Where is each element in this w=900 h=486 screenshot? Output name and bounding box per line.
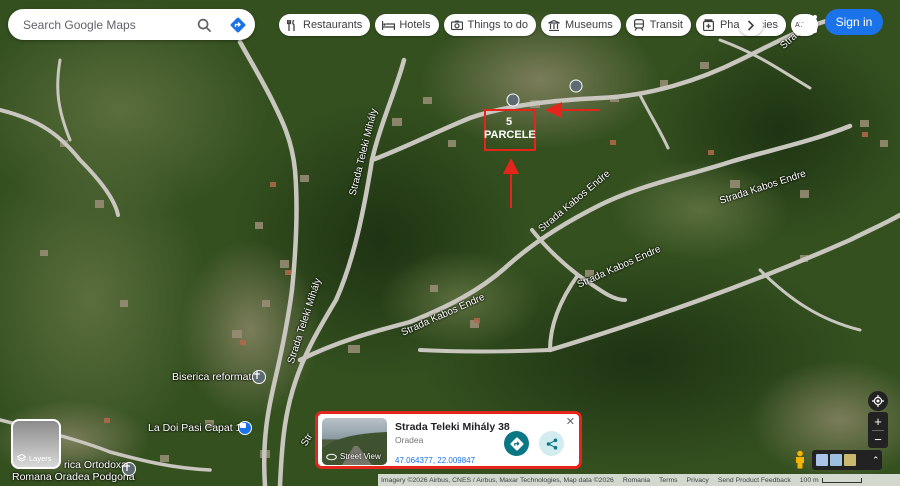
footer-imagery: Imagery ©2026 Airbus, CNES / Airbus, Max… (381, 476, 614, 484)
pegman-icon[interactable] (793, 450, 807, 469)
chip-hotels-label: Hotels (399, 19, 431, 31)
chip-restaurants[interactable]: Restaurants (279, 14, 371, 36)
close-icon[interactable]: ✕ (566, 415, 575, 428)
footer-terms-link[interactable]: Terms (659, 477, 678, 484)
chip-museums[interactable]: Museums (541, 14, 621, 36)
search-icon[interactable] (194, 15, 214, 35)
my-location-button[interactable] (868, 391, 888, 411)
chip-museums-label: Museums (565, 19, 613, 31)
church-ortodox-pin-icon[interactable] (122, 462, 136, 476)
footer-privacy-link[interactable]: Privacy (687, 477, 709, 484)
rotate-360-icon (326, 453, 337, 460)
map-thumb-3[interactable] (844, 454, 856, 466)
chip-things-to-do-label: Things to do (467, 19, 529, 31)
directions-arrow-icon (509, 436, 524, 451)
scale-bar[interactable]: 100 m (800, 477, 862, 484)
place-city: Oradea (395, 435, 424, 445)
crosshair-icon (872, 395, 884, 407)
parcel-count: 5 (505, 116, 513, 128)
zoom-in-button[interactable]: + (868, 413, 888, 430)
map-footer: Imagery ©2026 Airbus, CNES / Airbus, Max… (378, 474, 900, 486)
poi-label-church[interactable]: Biserica reformata (172, 371, 257, 383)
scale-line (821, 477, 862, 483)
parcel-label: PARCELE (484, 129, 536, 141)
share-button[interactable] (539, 431, 564, 456)
chip-transit[interactable]: Transit (625, 14, 691, 36)
poi-label-bus-stop[interactable]: La Doi Pasi Capat 15 (148, 422, 247, 434)
camera-icon (450, 18, 464, 32)
street-view-label-wrap: Street View (326, 452, 381, 461)
zoom-out-button[interactable]: − (868, 431, 888, 448)
map-thumb-2[interactable] (830, 454, 842, 466)
museum-icon (547, 18, 561, 32)
fork-knife-icon (285, 18, 299, 32)
street-view-label: Street View (340, 452, 381, 461)
search-box (8, 9, 255, 40)
footer-country[interactable]: Romania (623, 477, 650, 484)
church-pin-icon[interactable] (252, 370, 266, 384)
footer-feedback-link[interactable]: Send Product Feedback (718, 477, 791, 484)
map-thumb-1[interactable] (816, 454, 828, 466)
directions-icon[interactable] (228, 15, 248, 35)
chip-things-to-do[interactable]: Things to do (443, 14, 537, 36)
scale-label: 100 m (799, 476, 819, 484)
train-icon (632, 18, 646, 32)
layers-icon (17, 454, 26, 462)
apps-grid-icon[interactable] (794, 10, 822, 38)
directions-button[interactable] (504, 431, 529, 456)
map-preview-strip[interactable]: ⌃ (812, 450, 882, 470)
layers-label: Layers (29, 454, 52, 463)
chip-hotels[interactable]: Hotels (375, 14, 439, 36)
poi-label-church-ortodox-1[interactable]: rica Ortodoxa (64, 459, 127, 471)
chip-restaurants-label: Restaurants (303, 19, 363, 31)
layers-button[interactable]: Layers (11, 419, 61, 469)
bus-stop-pin-icon[interactable] (238, 421, 252, 435)
sign-in-button[interactable]: Sign in (825, 9, 883, 35)
share-icon (546, 438, 557, 449)
poi-label-church-ortodox-2[interactable]: Romana Oradea Podgoria (12, 471, 135, 483)
street-view-thumbnail[interactable]: Street View (322, 418, 387, 465)
chip-transit-label: Transit (649, 19, 683, 31)
pharmacy-icon (702, 18, 716, 32)
place-title: Strada Teleki Mihály 38 (395, 421, 510, 433)
parcel-annotation: 5 PARCELE (484, 116, 536, 142)
place-card: Street View Strada Teleki Mihály 38 Orad… (315, 411, 582, 469)
place-coordinates[interactable]: 47.064377, 22.009847 (395, 456, 475, 465)
bed-icon (381, 18, 395, 32)
search-input[interactable] (23, 17, 183, 32)
category-chips: Restaurants Hotels Things to do Museums … (279, 14, 819, 36)
zoom-controls: + − (868, 412, 888, 448)
expand-up-icon[interactable]: ⌃ (872, 455, 880, 466)
chevron-right-icon[interactable] (739, 14, 763, 36)
